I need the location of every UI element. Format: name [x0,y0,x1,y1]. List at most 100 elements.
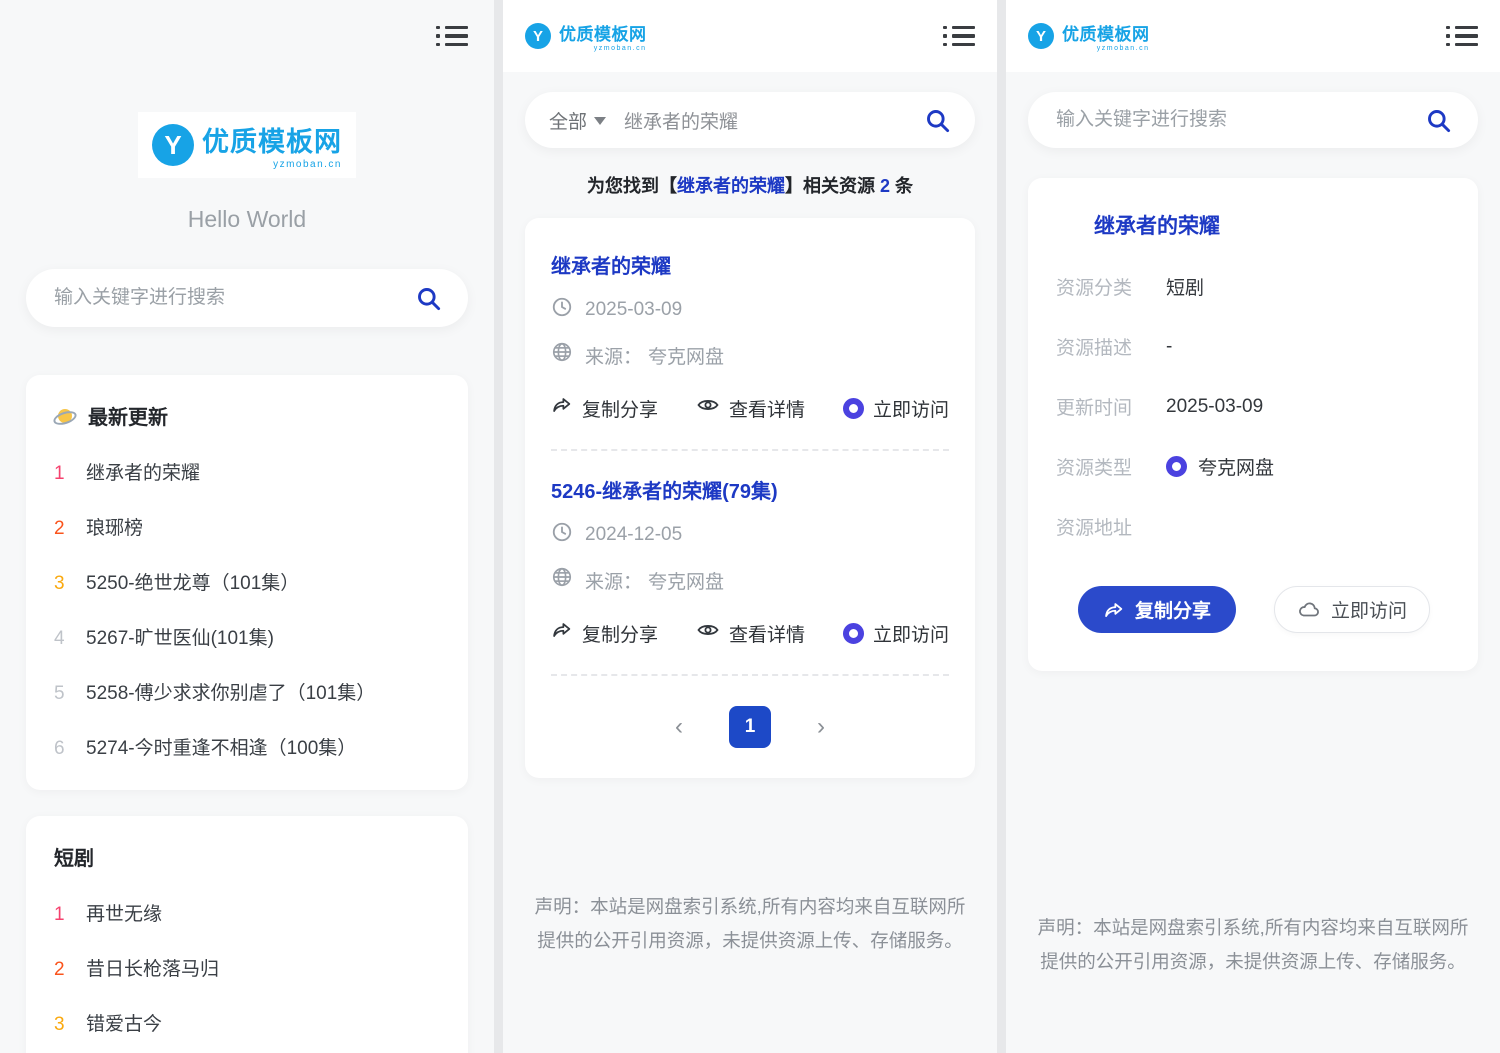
logo[interactable]: Y 优质模板网 yzmoban.cn [1028,20,1150,52]
three-mobile-screens: Y 优质模板网 yzmoban.cn Hello World 最新更新 [0,0,1500,1053]
logo-area: Y 优质模板网 yzmoban.cn [0,112,494,178]
latest-updates-list: 1 继承者的荣耀 2 琅琊榜 35250-绝世龙尊（101集） 4 5267-旷世医仙… [54,458,440,760]
rank-number: 3 [54,1014,68,1036]
share-arrow-icon [1103,599,1125,621]
netdisk-icon [1166,456,1187,477]
item-title: 继承者的荣耀 [86,458,200,485]
clock-icon [551,296,573,324]
visit-now-button[interactable]: 立即访问 [1274,586,1430,633]
rank-number: 2 [54,518,68,540]
home-screen: Y 优质模板网 yzmoban.cn Hello World 最新更新 [0,0,494,1053]
logo[interactable]: Y 优质模板网 yzmoban.cn [138,112,356,178]
summary-count: 2 [880,176,890,196]
next-page-button[interactable]: › [817,715,825,739]
resource-detail-screen: Y 优质模板网 yzmoban.cn 继承者的荣耀 资源分类 短 [1006,0,1500,1053]
list-item[interactable]: 2 琅琊榜 [54,513,440,540]
chevron-down-icon [594,117,606,131]
page-1-button[interactable]: 1 [729,706,771,748]
list-item[interactable]: 5 5258-傅少求求你别虐了（101集） [54,678,440,705]
result-title-link[interactable]: 继承者的荣耀 [551,250,949,279]
detail-row: 资源地址 [1056,513,1450,540]
netdisk-icon [843,623,864,644]
summary-keyword: 继承者的荣耀 [677,176,785,196]
results-card: 继承者的荣耀 2025-03-09 来源：夸克网盘 复制分享 [525,218,975,778]
logo[interactable]: Y 优质模板网 yzmoban.cn [525,20,647,52]
rank-number: 1 [54,904,68,926]
shorts-list: 1再世无缘 2昔日长枪落马归 3错爱古今 4神医的救赎 [54,899,440,1053]
share-arrow-icon [551,394,573,422]
item-title: 5267-旷世医仙(101集) [86,623,274,650]
view-detail-button[interactable]: 查看详情 [696,618,805,648]
rank-number: 5 [54,683,68,705]
globe-icon [551,341,573,369]
search-input[interactable] [1054,108,1425,132]
copy-share-button[interactable]: 复制分享 [551,618,658,648]
search-icon[interactable] [924,107,951,134]
item-title: 5258-傅少求求你别虐了（101集） [86,678,375,705]
detail-row: 资源分类 短剧 [1056,273,1450,300]
netdisk-icon [843,398,864,419]
brand-name: 优质模板网 [1062,20,1150,45]
list-item[interactable]: 3错爱古今 [54,1009,440,1036]
list-item[interactable]: 65274-今时重逢不相逢（100集） [54,733,440,760]
item-title: 琅琊榜 [86,513,143,540]
detail-row: 资源描述 - [1056,333,1450,360]
item-title: 昔日长枪落马归 [86,954,219,981]
search-icon[interactable] [415,285,442,312]
search-input[interactable] [622,108,908,132]
resource-title[interactable]: 继承者的荣耀 [1094,210,1450,240]
item-title: 5250-绝世龙尊（101集） [86,568,299,595]
rank-number: 1 [54,463,68,485]
summary-suffix: 条 [890,176,913,196]
result-item: 5246-继承者的荣耀(79集) 2024-12-05 来源：夸克网盘 复制分享 [551,449,949,674]
disclaimer-text: 声明：本站是网盘索引系统,所有内容均来自互联网所提供的公开引用资源，未提供资源上… [1034,911,1472,979]
item-title: 再世无缘 [86,899,162,926]
copy-share-button[interactable]: 复制分享 [1078,586,1236,633]
share-arrow-icon [551,619,573,647]
row-label: 资源描述 [1056,333,1166,360]
result-summary: 为您找到【继承者的荣耀】相关资源 2 条 [503,172,997,198]
copy-share-label: 复制分享 [1135,596,1211,623]
list-item[interactable]: 4 5267-旷世医仙(101集) [54,623,440,650]
row-label: 更新时间 [1056,393,1166,420]
planet-icon [54,405,76,427]
filter-label: 全部 [549,107,587,134]
globe-icon [551,566,573,594]
result-date: 2025-03-09 [585,299,682,321]
menu-icon[interactable] [436,26,468,47]
row-label: 资源分类 [1056,273,1166,300]
search-icon[interactable] [1425,107,1452,134]
rank-number: 2 [54,959,68,981]
disclaimer-text: 声明：本站是网盘索引系统,所有内容均来自互联网所提供的公开引用资源，未提供资源上… [531,890,969,958]
menu-icon[interactable] [1446,26,1478,47]
rank-number: 4 [54,628,68,650]
view-detail-button[interactable]: 查看详情 [696,393,805,423]
list-item[interactable]: 1 继承者的荣耀 [54,458,440,485]
visit-now-button[interactable]: 立即访问 [843,393,949,423]
menu-icon[interactable] [943,26,975,47]
list-item[interactable]: 35250-绝世龙尊（101集） [54,568,440,595]
row-value: 夸克网盘 [1198,453,1274,480]
prev-page-button[interactable]: ‹ [675,715,683,739]
copy-share-button[interactable]: 复制分享 [551,393,658,423]
visit-now-label: 立即访问 [873,620,949,647]
result-title-link[interactable]: 5246-继承者的荣耀(79集) [551,475,949,504]
row-label: 资源地址 [1056,513,1166,540]
row-value: 短剧 [1166,273,1204,300]
resource-detail-card: 继承者的荣耀 资源分类 短剧 资源描述 - 更新时间 2025-03-09 资源… [1028,178,1478,671]
summary-middle: 】相关资源 [785,176,880,196]
category-filter-dropdown[interactable]: 全部 [549,107,606,134]
latest-updates-title: 最新更新 [88,401,168,430]
list-item[interactable]: 1 再世无缘 [54,899,440,926]
visit-now-label: 立即访问 [1331,596,1407,623]
detail-row: 更新时间 2025-03-09 [1056,393,1450,420]
row-label: 资源类型 [1056,453,1166,480]
brand-name: 优质模板网 [202,120,342,159]
copy-share-label: 复制分享 [582,620,658,647]
eye-icon [696,618,720,648]
visit-now-button[interactable]: 立即访问 [843,618,949,648]
visit-now-label: 立即访问 [873,395,949,422]
list-item[interactable]: 2 昔日长枪落马归 [54,954,440,981]
search-input[interactable] [52,286,415,310]
brand-mark-icon: Y [1028,23,1054,49]
